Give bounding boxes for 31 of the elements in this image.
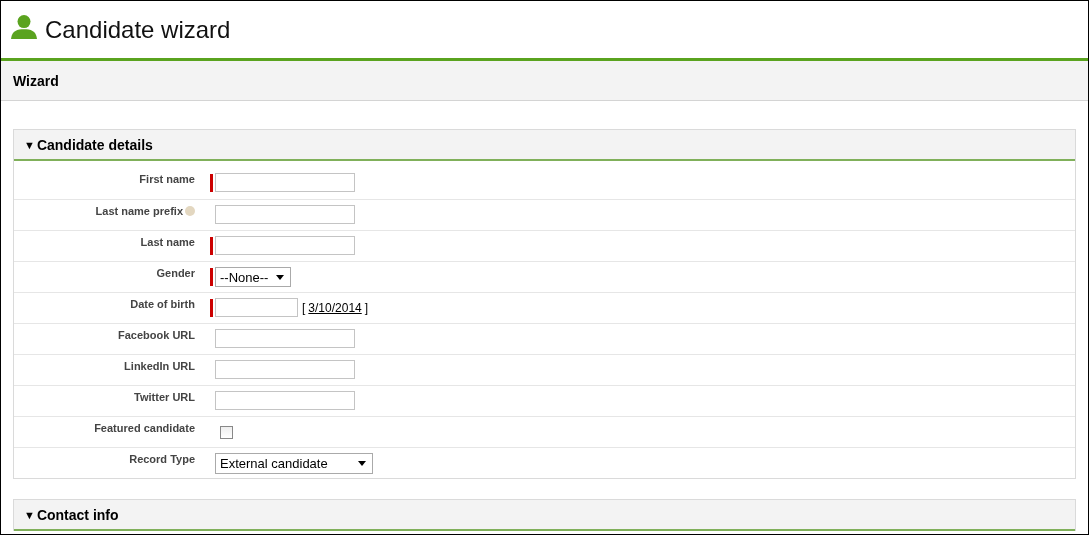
field-label: First name xyxy=(139,173,195,185)
text-field[interactable] xyxy=(215,329,355,348)
field-label: Gender xyxy=(156,267,195,279)
dropdown[interactable]: --None-- xyxy=(215,267,292,287)
field-label: LinkedIn URL xyxy=(124,360,195,372)
text-field[interactable] xyxy=(215,236,355,255)
section-header[interactable]: ▼Candidate details xyxy=(14,130,1075,161)
person-icon xyxy=(11,14,37,39)
field-label: Facebook URL xyxy=(118,329,195,341)
text-field[interactable] xyxy=(215,360,355,379)
bracket: ] xyxy=(364,300,369,315)
help-icon[interactable] xyxy=(185,206,195,216)
field-label: Twitter URL xyxy=(134,391,195,403)
checkbox[interactable] xyxy=(220,426,233,439)
wizard-label: Wizard xyxy=(13,72,59,89)
today-date-link[interactable]: 3/10/2014 xyxy=(308,300,362,315)
caret-icon xyxy=(276,274,285,280)
text-field[interactable] xyxy=(215,391,355,410)
dropdown[interactable]: External candidate xyxy=(215,453,373,474)
caret-icon xyxy=(357,461,366,466)
date-field[interactable] xyxy=(215,298,298,317)
field-label: Last name xyxy=(140,236,195,248)
page-title: Candidate wizard xyxy=(45,15,231,44)
text-field[interactable] xyxy=(215,173,355,192)
field-label: Date of birth xyxy=(130,298,195,310)
field-label: Featured candidate xyxy=(94,422,195,434)
section-header[interactable]: ▼Contact info xyxy=(14,500,1075,531)
text-field[interactable] xyxy=(215,205,355,224)
bracket: [ xyxy=(302,300,306,315)
field-label: Last name prefix xyxy=(95,205,183,217)
field-label: Record Type xyxy=(129,453,195,465)
